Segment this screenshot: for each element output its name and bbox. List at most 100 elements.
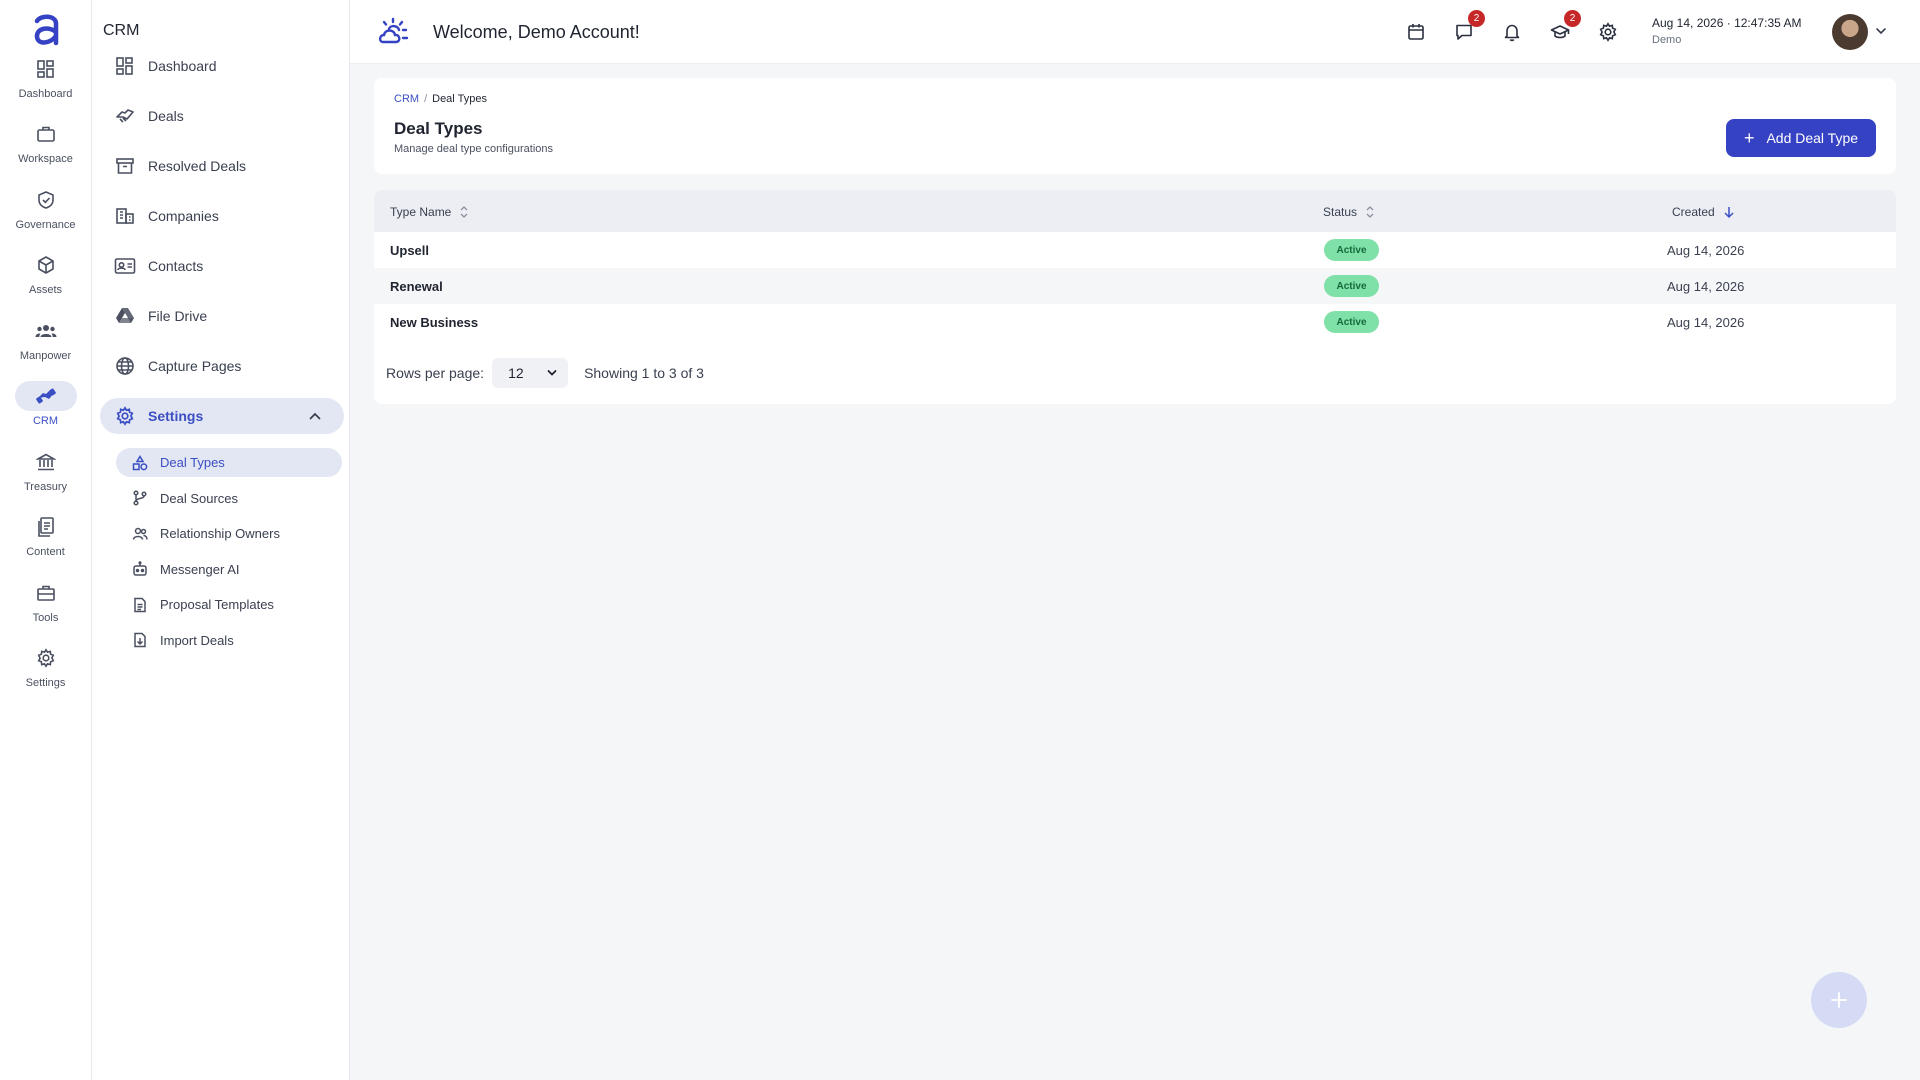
file-import-icon — [134, 632, 146, 648]
app-logo[interactable] — [26, 10, 66, 50]
subnav-item-proposal-templates[interactable]: Proposal Templates — [116, 590, 342, 619]
subnav-item-relationship-owners[interactable]: Relationship Owners — [116, 519, 342, 548]
sidebar-item-settings[interactable]: Settings — [100, 398, 344, 434]
arrow-down-icon — [1724, 207, 1734, 219]
bell-icon — [1504, 24, 1520, 42]
notifications-button[interactable] — [1500, 20, 1524, 44]
breadcrumb-current: Deal Types — [432, 93, 487, 105]
table-row[interactable]: Renewal Active Aug 14, 2026 — [374, 268, 1896, 304]
subnav-item-deal-sources[interactable]: Deal Sources — [116, 484, 342, 513]
rail-label: CRM — [32, 415, 59, 427]
rail-label: Workspace — [18, 153, 73, 165]
dashboard-icon — [36, 59, 54, 78]
archive-icon — [116, 158, 134, 174]
column-label: Status — [1323, 205, 1358, 219]
courses-button[interactable]: 2 — [1548, 10, 1581, 44]
building-icon — [116, 208, 134, 224]
handshake-outline-icon — [116, 109, 134, 123]
subnav-item-messenger-ai[interactable]: Messenger AI — [116, 555, 342, 584]
sidebar-item-label: File Drive — [148, 308, 208, 324]
sidebar-item-companies[interactable]: Companies — [100, 198, 344, 234]
avatar[interactable] — [1832, 14, 1868, 50]
sidebar-item-label: Dashboard — [148, 58, 217, 74]
sidebar-item-dashboard[interactable]: Dashboard — [100, 48, 344, 84]
sort-icon — [1366, 206, 1374, 218]
page-header: CRM / Deal Types Deal Types Manage deal … — [374, 78, 1896, 174]
settings-button[interactable] — [1596, 20, 1620, 44]
rail-item-treasury[interactable]: Treasury — [6, 447, 86, 509]
rail-item-content[interactable]: Content — [6, 512, 86, 574]
sidebar-item-label: Capture Pages — [148, 358, 242, 374]
floating-add-button[interactable] — [1811, 972, 1867, 1028]
sidebar-item-label: Companies — [148, 208, 219, 224]
rail-item-settings[interactable]: Settings — [6, 643, 86, 705]
sidebar-item-capture-pages[interactable]: Capture Pages — [100, 348, 344, 384]
sidebar-item-label: Deals — [148, 108, 184, 124]
users-icon — [132, 527, 148, 540]
sidebar-item-file-drive[interactable]: File Drive — [100, 298, 344, 334]
contact-card-icon — [114, 258, 136, 274]
briefcase-icon — [36, 126, 55, 142]
cell-type-name: Renewal — [390, 279, 443, 294]
rail-item-workspace[interactable]: Workspace — [6, 119, 86, 181]
welcome-message: Welcome, Demo Account! — [433, 22, 640, 42]
rail-item-dashboard[interactable]: Dashboard — [6, 54, 86, 116]
sidebar-item-label: Resolved Deals — [148, 158, 247, 174]
pagination-info: Showing 1 to 3 of 3 — [584, 365, 704, 381]
subnav-item-label: Proposal Templates — [160, 597, 274, 612]
column-header-type-name[interactable]: Type Name — [390, 205, 469, 219]
brand-logo-icon — [34, 14, 58, 46]
page-subtitle: Manage deal type configurations — [394, 143, 553, 155]
subnav-item-deal-types[interactable]: Deal Types — [116, 448, 342, 477]
robot-icon — [133, 561, 147, 576]
rail-item-tools[interactable]: Tools — [6, 578, 86, 640]
settings-subnav: Deal Types Deal Sources Relationship Own… — [116, 448, 342, 661]
app-rail: Dashboard Workspace Governance Assets Ma… — [0, 0, 92, 1080]
subnav-item-label: Messenger AI — [160, 561, 240, 577]
rail-item-manpower[interactable]: Manpower — [6, 316, 86, 378]
calendar-icon — [1408, 24, 1424, 40]
column-header-status[interactable]: Status — [1323, 205, 1375, 219]
sidebar-item-resolved-deals[interactable]: Resolved Deals — [100, 148, 344, 184]
drive-icon — [116, 308, 134, 323]
pagination: Rows per page: 12 Showing 1 to 3 of 3 — [386, 358, 704, 388]
add-deal-type-button[interactable]: + Add Deal Type — [1726, 119, 1876, 157]
dashboard-icon — [116, 57, 133, 75]
branch-icon — [133, 490, 147, 506]
shield-check-icon — [37, 190, 54, 209]
rail-item-governance[interactable]: Governance — [6, 185, 86, 247]
user-menu-toggle[interactable] — [1874, 24, 1888, 38]
people-icon — [35, 324, 56, 337]
rows-per-page-select[interactable]: 12 — [492, 358, 569, 388]
handshake-icon — [35, 388, 56, 404]
plus-icon: + — [1743, 128, 1755, 148]
breadcrumb-crm[interactable]: CRM — [394, 93, 419, 105]
subnav-item-import-deals[interactable]: Import Deals — [116, 626, 342, 655]
table-row[interactable]: New Business Active Aug 14, 2026 — [374, 304, 1896, 340]
column-label: Created — [1672, 205, 1715, 219]
table-header: Type Name Status Created — [374, 190, 1896, 232]
sidebar-item-deals[interactable]: Deals — [100, 98, 344, 134]
sidebar-nav: Dashboard Deals Resolved Deals Companies… — [100, 48, 344, 448]
rail-label: Assets — [28, 284, 62, 296]
globe-icon — [116, 357, 134, 375]
sidebar-item-label: Settings — [148, 408, 204, 424]
rail-label: Manpower — [19, 349, 72, 362]
company-logo[interactable] — [376, 16, 410, 50]
rail-item-assets[interactable]: Assets — [6, 250, 86, 312]
gear-icon — [116, 406, 134, 426]
rows-per-page-value: 12 — [508, 365, 524, 381]
sidebar-item-contacts[interactable]: Contacts — [100, 248, 344, 284]
column-label: Type Name — [390, 205, 452, 219]
messages-badge: 2 — [1468, 10, 1485, 27]
calendar-button[interactable] — [1404, 20, 1428, 44]
page-title: Deal Types — [394, 119, 483, 138]
table-row[interactable]: Upsell Active Aug 14, 2026 — [374, 232, 1896, 268]
column-header-created[interactable]: Created — [1672, 205, 1735, 219]
rail-label: Tools — [32, 611, 59, 624]
chevron-down-icon — [547, 370, 557, 376]
rail-item-crm[interactable]: CRM — [6, 381, 86, 443]
messages-button[interactable]: 2 — [1452, 10, 1485, 44]
toolbox-icon — [36, 585, 55, 601]
shapes-icon — [132, 454, 148, 470]
